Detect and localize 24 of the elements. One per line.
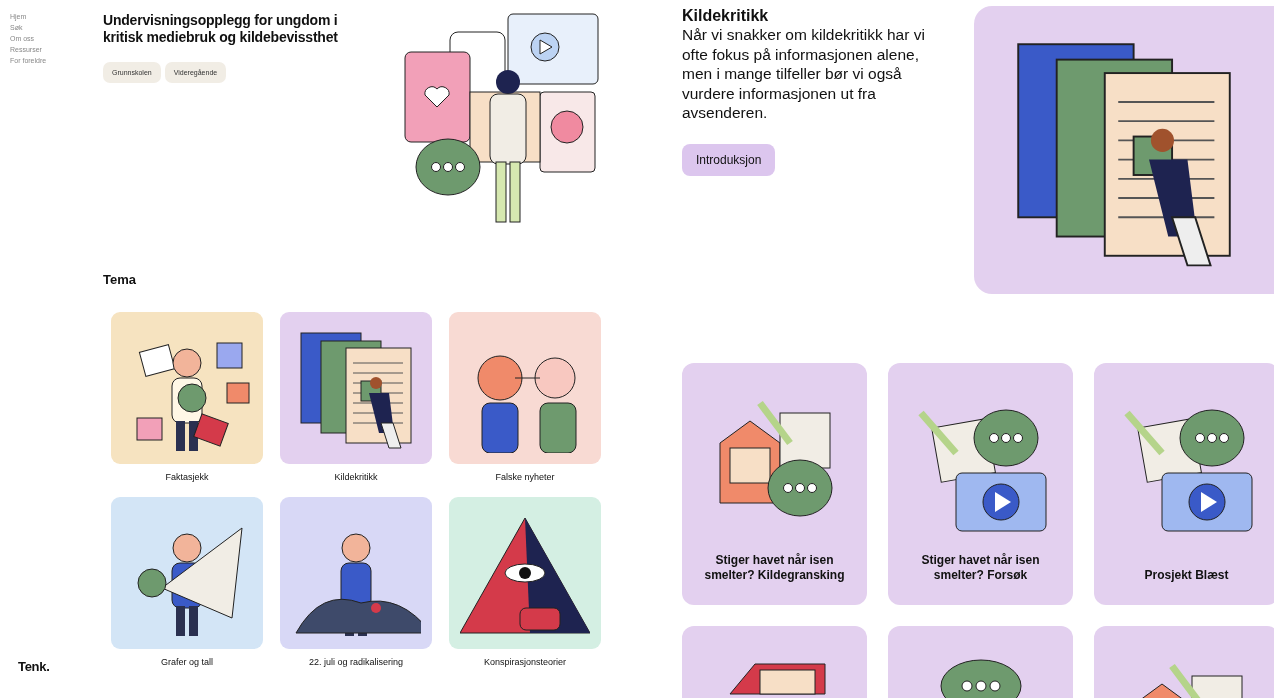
theme-label[interactable]: Faktasjekk (165, 472, 209, 483)
theme-card[interactable] (449, 497, 601, 649)
theme-label[interactable]: Grafer og tall (161, 657, 213, 668)
theme-title: Kildekritikk (682, 6, 770, 25)
logo[interactable]: Tenk. (18, 659, 103, 674)
theme-label[interactable]: Kildekritikk (334, 472, 378, 483)
resource-title: Stiger havet når isen smelter? Kildegransking (703, 553, 846, 583)
resource-card[interactable]: Stiger havet når isen smelter? Kildegransking (682, 363, 867, 605)
section-heading: Tema (103, 272, 137, 287)
page-title: Undervisningsopplegg for ungdom i kritisk mediebruk og kildebevissthet (103, 12, 339, 46)
theme-label[interactable]: Konspirasjonsteorier (483, 657, 566, 668)
theme-card[interactable] (111, 497, 263, 649)
introduction-button[interactable]: Introduksjon (682, 143, 776, 176)
resource-title: Stiger havet når isen smelter? Forsøk (920, 553, 1041, 583)
theme-label[interactable]: Falske nyheter (495, 472, 555, 483)
resource-card[interactable]: Prosjekt Blæst (1094, 363, 1274, 605)
theme-card[interactable] (111, 312, 263, 464)
theme-card[interactable] (449, 312, 601, 464)
theme-card[interactable] (280, 497, 432, 649)
theme-card[interactable] (280, 312, 432, 464)
resource-title: Prosjekt Blæst (1144, 567, 1229, 583)
resource-card[interactable]: Stiger havet når isen smelter? Forsøk (888, 363, 1073, 605)
theme-description: Når vi snakker om kildekritikk har vi ofte fokus på informasjonen alene, men i mange tilfeller bør vi også vurdere informasjonen ut fra avsenderen. (682, 25, 926, 123)
theme-label[interactable]: 22. juli og radikalisering (308, 657, 404, 668)
